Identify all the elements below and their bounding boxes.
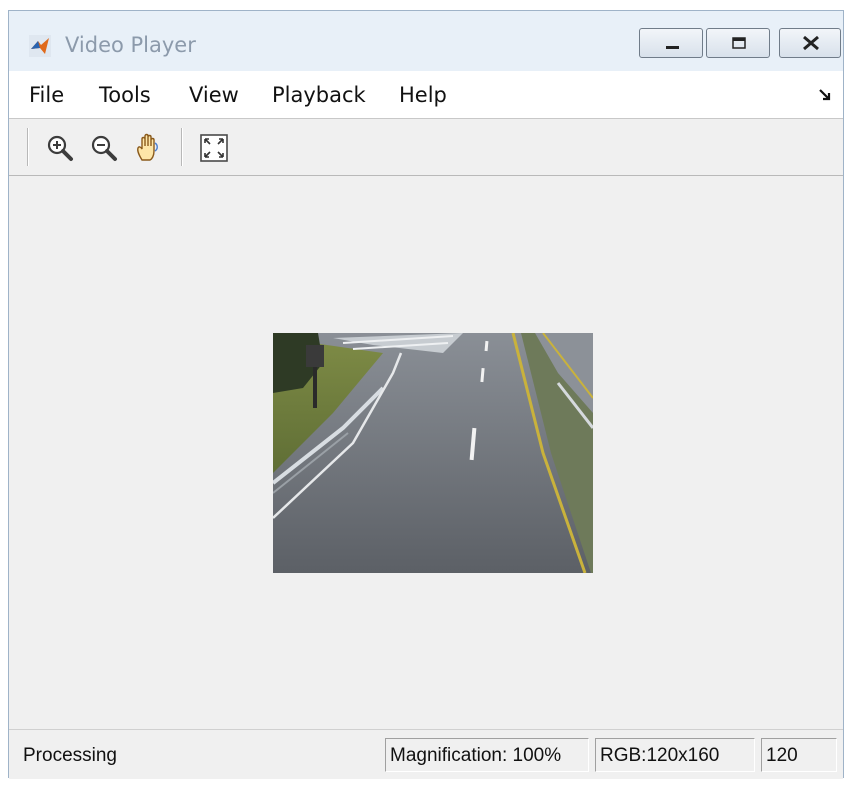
maximize-icon: [732, 37, 746, 49]
window-title: Video Player: [65, 33, 196, 57]
menu-playback[interactable]: Playback: [272, 83, 366, 107]
toolbar: [9, 119, 843, 176]
video-frame-image[interactable]: [273, 333, 593, 573]
menu-file[interactable]: File: [29, 83, 64, 107]
title-bar[interactable]: Video Player: [9, 11, 843, 71]
menu-help[interactable]: Help: [399, 83, 447, 107]
toolbar-separator: [27, 128, 29, 166]
menu-view[interactable]: View: [189, 83, 239, 107]
close-icon: [803, 35, 819, 51]
minimize-button[interactable]: [639, 28, 703, 58]
toolbar-separator: [181, 128, 183, 166]
status-message: Processing: [23, 745, 117, 766]
magnification-field: Magnification: 100%: [385, 738, 589, 772]
menu-bar: File Tools View Playback Help: [9, 71, 843, 119]
fit-to-window-icon[interactable]: [199, 133, 229, 163]
video-player-window: Video Player File Tools View Playback He…: [8, 10, 844, 779]
minimize-icon: [666, 46, 679, 49]
menu-tools[interactable]: Tools: [99, 83, 151, 107]
zoom-out-icon[interactable]: [89, 133, 119, 163]
matlab-logo-icon: [29, 35, 51, 57]
dock-arrow-icon[interactable]: [817, 87, 833, 103]
close-button[interactable]: [779, 28, 841, 58]
image-info-field: RGB:120x160: [595, 738, 755, 772]
frame-number-field: 120: [761, 738, 837, 772]
zoom-in-icon[interactable]: [45, 133, 75, 163]
video-display-area[interactable]: [9, 176, 843, 729]
pan-hand-icon[interactable]: [134, 133, 164, 163]
maximize-button[interactable]: [706, 28, 770, 58]
status-bar: Processing Magnification: 100% RGB:120x1…: [9, 729, 843, 779]
